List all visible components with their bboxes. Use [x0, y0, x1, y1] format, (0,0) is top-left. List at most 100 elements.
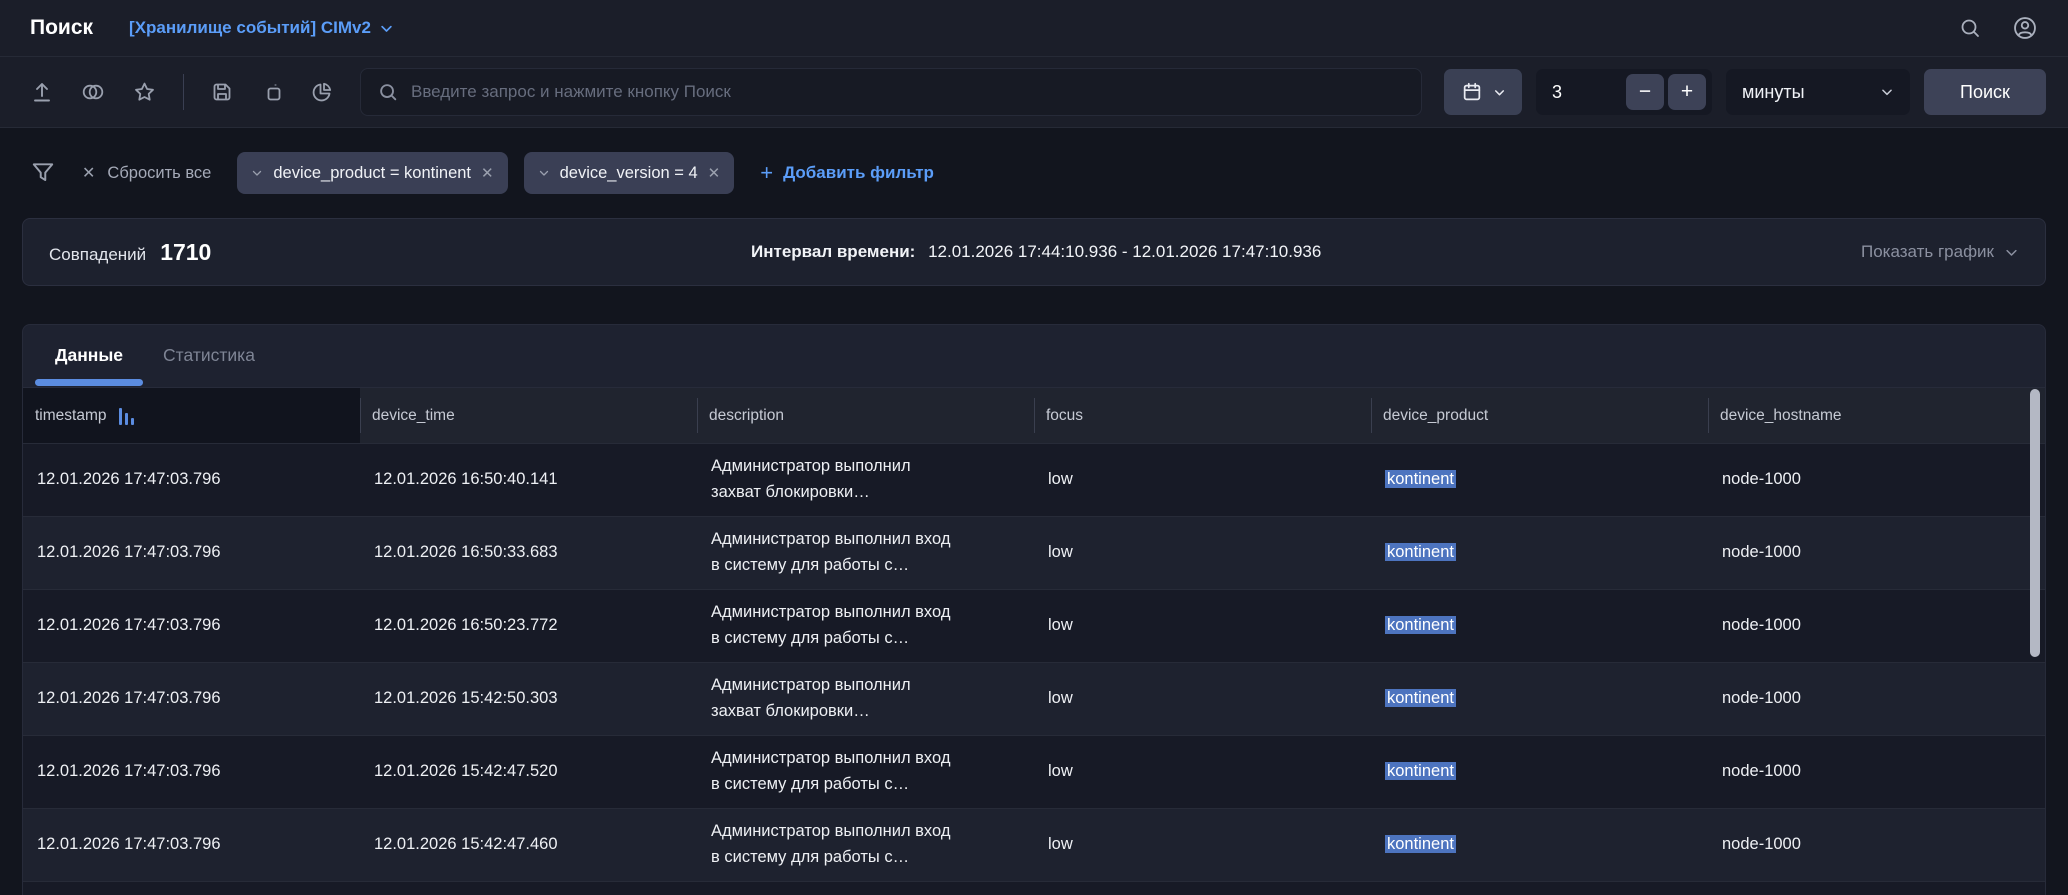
plus-icon: +: [760, 160, 774, 185]
cell-timestamp: 12.01.2026 17:47:03.796: [37, 616, 221, 635]
clear-all-filters-button[interactable]: ✕ Сбросить все: [82, 163, 211, 183]
time-interval-value: 12.01.2026 17:44:10.936 - 12.01.2026 17:…: [928, 242, 1322, 261]
results-panel: Данные Статистика timestamp device_time des…: [22, 324, 2046, 895]
interval-value[interactable]: 3: [1552, 82, 1622, 103]
chevron-down-icon: [253, 170, 262, 176]
column-header-label: description: [709, 406, 784, 424]
query-input[interactable]: [411, 82, 1405, 102]
table-row[interactable]: 12.01.2026 17:47:03.796 12.01.2026 15:42:…: [23, 735, 2045, 808]
description-text: Администратор выполнил вход в систему дл…: [711, 530, 951, 574]
table-body: 12.01.2026 17:47:03.796 12.01.2026 16:50:…: [23, 443, 2045, 881]
cell-device_product: kontinent: [1371, 609, 1708, 643]
cell-device_product: kontinent: [1371, 536, 1708, 570]
cell-description: Администратор выполнил захват блокировки…: [697, 669, 1034, 728]
filter-chips: device_product = kontinent ✕ device_versio…: [237, 152, 735, 194]
sort-descending-icon: [118, 407, 134, 425]
filter-chip-label: device_product = kontinent: [273, 163, 472, 182]
cell-device_product: kontinent: [1371, 828, 1708, 862]
column-header-device_hostname[interactable]: device_hostname: [1708, 388, 2045, 443]
date-picker-button[interactable]: [1444, 69, 1522, 115]
column-header-description[interactable]: description: [697, 388, 1034, 443]
close-icon: ✕: [82, 165, 96, 182]
filter-chip-label: device_version = 4: [559, 163, 698, 182]
intersect-circles-icon: [82, 84, 104, 100]
column-header-label: device_time: [372, 406, 455, 424]
vertical-scrollbar[interactable]: [2030, 389, 2040, 657]
column-header-timestamp[interactable]: timestamp: [23, 388, 360, 443]
cell-device_time: 12.01.2026 15:42:47.460: [374, 835, 558, 854]
cell-description: Администратор выполнил вход в систему дл…: [697, 596, 1034, 655]
remove-filter-icon[interactable]: ✕: [708, 164, 721, 182]
matches-label: Совпадений: [49, 244, 147, 264]
column-header-device_time[interactable]: device_time: [360, 388, 697, 443]
column-header-label: device_product: [1383, 406, 1489, 424]
highlighted-value: kontinent: [1385, 616, 1456, 635]
toolbar-separator: [183, 74, 184, 110]
highlighted-value: kontinent: [1385, 835, 1456, 854]
show-chart-button[interactable]: Показать график: [1861, 242, 2019, 262]
cell-device_product: kontinent: [1371, 463, 1708, 497]
time-interval: Интервал времени: 12.01.2026 17:44:10.93…: [211, 242, 1861, 262]
cell-focus: low: [1048, 543, 1073, 562]
column-header-device_product[interactable]: device_product: [1371, 388, 1708, 443]
filter-chip[interactable]: device_product = kontinent ✕: [237, 152, 508, 194]
cell-timestamp: 12.01.2026 17:47:03.796: [37, 689, 221, 708]
cell-device_time: 12.01.2026 15:42:50.303: [374, 689, 558, 708]
cell-focus: low: [1048, 835, 1073, 854]
cell-device_time: 12.01.2026 16:50:33.683: [374, 543, 558, 562]
tab-statistics[interactable]: Статистика: [143, 341, 275, 386]
chevron-down-icon: [539, 170, 548, 176]
query-field[interactable]: [360, 68, 1422, 116]
filter-chip[interactable]: device_version = 4 ✕: [523, 152, 735, 194]
description-text: Администратор выполнил вход в систему дл…: [711, 822, 951, 866]
add-filter-button[interactable]: + Добавить фильтр: [760, 160, 934, 186]
funnel-icon[interactable]: [30, 160, 56, 186]
description-text: Администратор выполнил вход в систему дл…: [711, 749, 951, 793]
interval-value-field: 3 − +: [1536, 69, 1712, 115]
search-icon: [380, 84, 397, 101]
app-header: Поиск [Хранилище событий] CIMv2: [0, 0, 2068, 57]
highlighted-value: kontinent: [1385, 543, 1456, 562]
remove-filter-icon[interactable]: ✕: [481, 164, 494, 182]
table-row[interactable]: 12.01.2026 17:47:03.796 12.01.2026 15:42:…: [23, 662, 2045, 735]
interval-unit-select[interactable]: минуты: [1726, 69, 1910, 115]
partial-row: [23, 881, 2045, 895]
cell-description: Администратор выполнил вход в систему дл…: [697, 523, 1034, 582]
page-title: Поиск: [30, 16, 94, 39]
decrement-button[interactable]: −: [1626, 74, 1664, 110]
chevron-down-icon: [1494, 89, 1504, 95]
column-header-focus[interactable]: focus: [1034, 388, 1371, 443]
results-tabs: Данные Статистика: [23, 325, 2045, 387]
favorite-button[interactable]: [132, 80, 157, 104]
storage-selector-label: [Хранилище событий] CIMv2: [129, 18, 371, 37]
global-search-icon[interactable]: [1958, 16, 1982, 40]
table-row[interactable]: 12.01.2026 17:47:03.796 12.01.2026 16:50:…: [23, 589, 2045, 662]
interval-unit-label: минуты: [1742, 81, 1805, 102]
table-header: timestamp device_time description focus devi…: [23, 387, 2045, 443]
filter-bar: ✕ Сбросить все device_product = kontinen…: [0, 128, 2068, 218]
copy-button[interactable]: [260, 80, 284, 104]
table-row[interactable]: 12.01.2026 17:47:03.796 12.01.2026 16:50:…: [23, 516, 2045, 589]
cell-device_product: kontinent: [1371, 682, 1708, 716]
pie-chart-button[interactable]: [310, 80, 334, 104]
table-row[interactable]: 12.01.2026 17:47:03.796 12.01.2026 16:50:…: [23, 443, 2045, 516]
run-search-button[interactable]: Поиск: [1924, 69, 2046, 115]
save-button[interactable]: [210, 80, 234, 104]
cell-device_hostname: node-1000: [1722, 689, 1801, 708]
cell-focus: low: [1048, 616, 1073, 635]
matches-count: 1710: [160, 238, 212, 265]
clear-all-label: Сбросить все: [107, 163, 212, 182]
intersect-button[interactable]: [80, 80, 106, 104]
user-profile-icon[interactable]: [2012, 15, 2038, 41]
storage-selector[interactable]: [Хранилище событий] CIMv2: [129, 18, 394, 38]
highlighted-value: kontinent: [1385, 689, 1456, 708]
table-row[interactable]: 12.01.2026 17:47:03.796 12.01.2026 15:42:…: [23, 808, 2045, 881]
column-header-label: focus: [1046, 406, 1084, 424]
tab-data[interactable]: Данные: [35, 341, 144, 386]
calendar-icon: [1463, 82, 1480, 101]
export-button[interactable]: [30, 80, 54, 104]
cell-focus: low: [1048, 689, 1073, 708]
increment-button[interactable]: +: [1668, 74, 1706, 110]
save-icon: [213, 83, 231, 101]
cell-description: Администратор выполнил захват блокировки…: [697, 450, 1034, 509]
